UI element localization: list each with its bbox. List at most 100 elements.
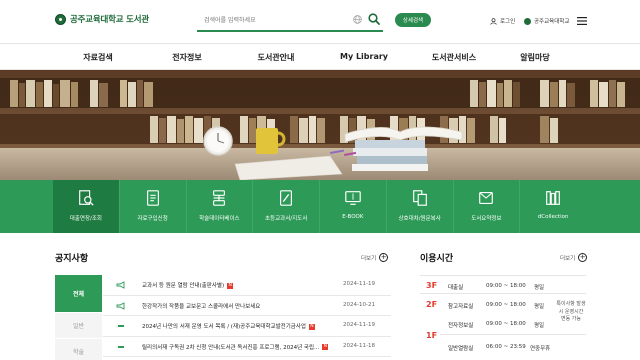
notice-text: 2024년 나만의 서재 운영 도서 목록 / (재)공주교육대학교발전기금사업… xyxy=(142,323,315,330)
megaphone-icon xyxy=(116,301,125,310)
university-emblem-icon xyxy=(524,17,531,25)
nav-item-library-guide[interactable]: 도서관안내 xyxy=(258,52,295,63)
room-time: 09:00 ~ 18:00 xyxy=(486,321,526,327)
university-emblem-icon xyxy=(55,13,66,25)
plus-circle-icon: + xyxy=(578,253,588,262)
login-link[interactable]: 로그인 xyxy=(490,17,515,25)
search-icon[interactable] xyxy=(368,13,380,25)
document-copy-icon xyxy=(412,190,427,206)
room-name: 참고자료실 xyxy=(448,304,474,310)
notice-date: 2024-10-21 xyxy=(343,301,375,308)
quick-label: E-BOOK xyxy=(342,214,364,220)
notice-row[interactable]: 2024년 나만의 서재 운영 도서 목록 / (재)공주교육대학교발전기금사업… xyxy=(103,316,391,337)
room-day: 평일 xyxy=(534,285,545,291)
quick-dcollection[interactable]: dCollection xyxy=(519,180,586,233)
notice-tabs: 전체 일반 학술 xyxy=(55,275,102,360)
hours-title: 이용시간 xyxy=(420,254,454,264)
main-navigation: 자료검색 전자정보 도서관안내 My Library 도서관서비스 알림마당 xyxy=(0,43,640,70)
book-summary-icon xyxy=(479,192,494,204)
dash-icon xyxy=(118,325,124,327)
book-request-icon xyxy=(146,190,159,206)
quick-label: 학술데이터베이스 xyxy=(199,216,240,222)
room-name: 전자정보실 xyxy=(448,323,474,329)
bookshelf-desk-illustration xyxy=(0,70,640,180)
header: 공주교육대학교 도서관 상세검색 로그인 공주교육대학교 xyxy=(0,0,640,43)
quick-book-summary[interactable]: 도서요약정보 xyxy=(452,180,520,233)
nav-item-my-library[interactable]: My Library xyxy=(340,52,388,61)
hamburger-menu-icon[interactable] xyxy=(577,17,587,25)
notice-row[interactable]: 교과서 등 원문 열람 안내(출판사별) N 2024-11-19 xyxy=(103,275,391,296)
quick-loan-renewal[interactable]: 대출연장/조회 xyxy=(53,180,119,233)
notice-text: 한강작가의 작품을 교보문고 스콜라에서 만나보세요 xyxy=(142,303,261,310)
quick-label: 상호대차/원문복사 xyxy=(398,216,441,222)
quick-label: dCollection xyxy=(537,214,569,220)
nav-item-notices[interactable]: 알림마당 xyxy=(520,52,549,63)
detail-search-button[interactable]: 상세검색 xyxy=(395,13,431,27)
nav-item-search[interactable]: 자료검색 xyxy=(83,52,112,63)
notice-text: 릴리의서재 구독권 2차 신청 안내(도서관 독서진흥 프로그램, 2024년 … xyxy=(142,344,329,351)
notices-more-link[interactable]: 더보기 + xyxy=(361,253,389,262)
notices-title: 공지사항 xyxy=(55,254,89,264)
megaphone-icon xyxy=(116,281,125,289)
notice-date: 2024-11-19 xyxy=(343,281,375,287)
hours-note: 특이사항 발생시 운영시간 변동 가능 xyxy=(556,301,586,322)
library-logo[interactable]: 공주교육대학교 도서관 xyxy=(55,13,149,25)
room-name: 대출실 xyxy=(448,285,464,291)
new-badge: N xyxy=(308,323,315,330)
nav-item-e-resources[interactable]: 전자정보 xyxy=(172,52,201,63)
new-badge: N xyxy=(227,282,234,289)
quick-interlibrary-loan[interactable]: 상호대차/원문복사 xyxy=(385,180,453,233)
notice-list: 교과서 등 원문 열람 안내(출판사별) N 2024-11-19 한강작가의 작… xyxy=(103,275,391,357)
tab-all[interactable]: 전체 xyxy=(55,275,102,313)
floor-label: 1F xyxy=(426,331,438,340)
university-link[interactable]: 공주교육대학교 xyxy=(524,17,569,25)
quick-menu: 대출연장/조회 자료구입신청 학술데이터베이스 초등교과서/지도서 E-BOOK… xyxy=(0,180,640,233)
quick-label: 도서요약정보 xyxy=(471,216,502,222)
plus-circle-icon: + xyxy=(379,253,389,262)
divider xyxy=(440,334,586,335)
hours-more-link[interactable]: 더보기 + xyxy=(560,253,588,262)
nav-item-library-services[interactable]: 도서관서비스 xyxy=(432,52,476,63)
divider xyxy=(420,275,586,276)
room-time: 09:00 ~ 18:00 xyxy=(486,302,526,308)
search-input[interactable] xyxy=(204,13,344,27)
room-time: 06:00 ~ 23:59 xyxy=(486,344,526,350)
tab-general[interactable]: 일반 xyxy=(55,313,102,339)
room-day: 평일 xyxy=(534,323,545,329)
quick-purchase-request[interactable]: 자료구입신청 xyxy=(118,180,186,233)
ebook-monitor-icon xyxy=(345,191,361,205)
dash-icon xyxy=(118,345,124,348)
notice-text: 교과서 등 원문 열람 안내(출판사별) N xyxy=(142,282,234,289)
quick-ebook[interactable]: E-BOOK xyxy=(319,180,386,233)
more-label: 더보기 xyxy=(560,255,576,262)
hero-banner-image xyxy=(0,70,640,180)
notice-date: 2024-11-18 xyxy=(343,342,375,349)
book-search-icon xyxy=(78,190,94,206)
search-bar xyxy=(197,10,383,32)
notice-row[interactable]: 한강작가의 작품을 교보문고 스콜라에서 만나보세요 2024-10-21 xyxy=(103,296,391,316)
database-icon xyxy=(213,190,226,206)
bookshelf-icon xyxy=(546,191,561,205)
tab-academic[interactable]: 학술 xyxy=(55,339,102,360)
room-name: 일반열람실 xyxy=(448,346,474,352)
room-day: 연중무휴 xyxy=(530,346,551,352)
globe-icon[interactable] xyxy=(353,15,362,24)
textbook-pencil-icon xyxy=(280,190,293,206)
quick-label: 자료구입신청 xyxy=(137,216,168,222)
university-label: 공주교육대학교 xyxy=(534,19,570,25)
new-badge: N xyxy=(322,344,329,350)
quick-academic-database[interactable]: 학술데이터베이스 xyxy=(185,180,253,233)
notice-date: 2024-11-19 xyxy=(343,322,375,328)
quick-label: 대출연장/조회 xyxy=(69,216,102,222)
room-time: 09:00 ~ 18:00 xyxy=(486,283,526,289)
logo-text: 공주교육대학교 도서관 xyxy=(70,15,149,25)
notice-row[interactable]: 릴리의서재 구독권 2차 신청 안내(도서관 독서진흥 프로그램, 2024년 … xyxy=(103,337,391,357)
floor-label: 3F xyxy=(426,281,438,290)
login-label: 로그인 xyxy=(500,19,516,25)
divider xyxy=(420,293,586,294)
user-icon xyxy=(490,17,497,25)
quick-label: 초등교과서/지도서 xyxy=(264,216,308,222)
more-label: 더보기 xyxy=(361,255,377,262)
floor-label: 2F xyxy=(426,300,438,309)
quick-textbooks[interactable]: 초등교과서/지도서 xyxy=(252,180,319,233)
